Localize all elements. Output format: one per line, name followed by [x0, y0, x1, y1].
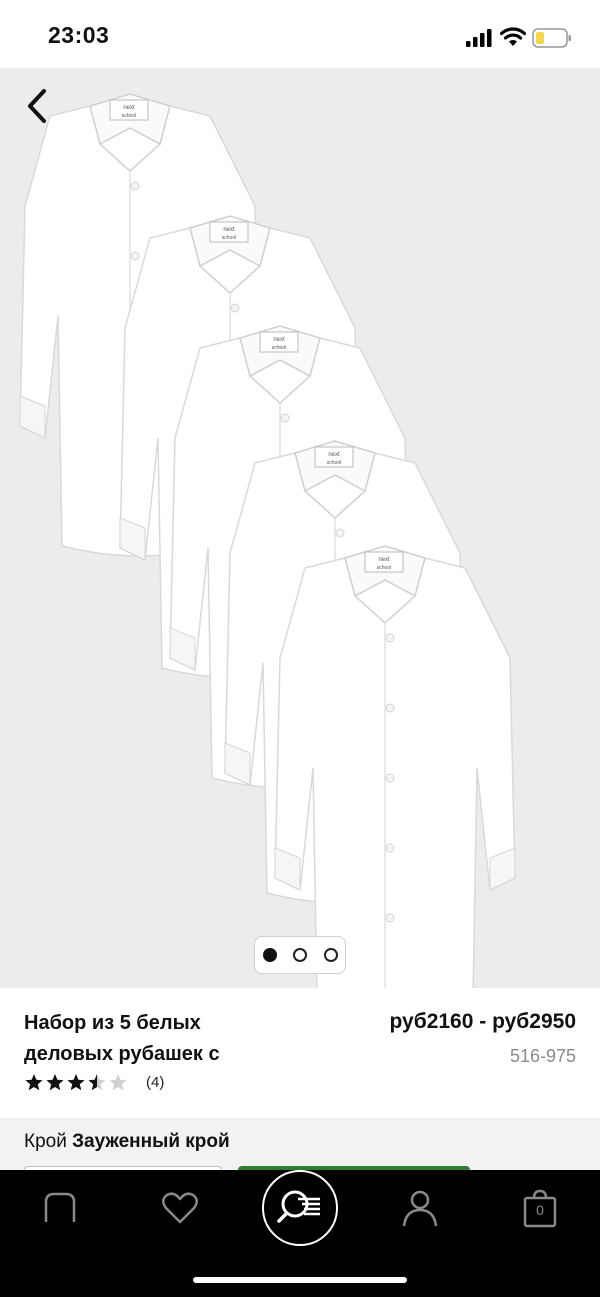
pagination-dot-1[interactable] — [263, 948, 277, 962]
product-image: next school — [19, 93, 516, 988]
fit-label-key: Крой — [24, 1131, 67, 1152]
pagination-dot-3[interactable] — [324, 948, 338, 962]
status-bar: 23:03 — [0, 0, 600, 68]
home-indicator — [193, 1277, 407, 1283]
fit-label: Крой Зауженный крой — [24, 1131, 230, 1153]
review-count[interactable]: (4) — [146, 1074, 164, 1091]
product-title-line-2: деловых рубашек с — [24, 1043, 220, 1065]
rating-stars[interactable] — [24, 1072, 134, 1094]
bag-button[interactable]: 0 — [518, 1186, 562, 1230]
chevron-left-icon — [28, 89, 46, 123]
product-title-line-1: Набор из 5 белых — [24, 1012, 201, 1034]
home-icon[interactable] — [38, 1186, 82, 1230]
shirt-5 — [274, 545, 516, 988]
star-filled-icon — [25, 1074, 43, 1091]
image-pagination[interactable] — [254, 936, 346, 974]
fit-label-value: Зауженный крой — [72, 1131, 230, 1152]
bag-count: 0 — [536, 1202, 544, 1218]
status-time: 23:03 — [48, 22, 110, 48]
star-empty-icon — [109, 1074, 127, 1091]
battery-icon — [532, 28, 571, 48]
product-image-gallery[interactable]: next school — [0, 68, 600, 988]
search-list-icon — [277, 1190, 320, 1223]
heart-icon[interactable] — [158, 1186, 202, 1230]
star-rating-icon — [25, 1074, 127, 1091]
product-price: руб2160 - руб2950 — [389, 1010, 577, 1033]
profile-icon[interactable] — [398, 1186, 442, 1230]
pagination-dot-2[interactable] — [293, 948, 307, 962]
search-button[interactable] — [262, 1170, 338, 1246]
star-filled-icon — [67, 1074, 85, 1091]
wifi-icon — [500, 27, 526, 46]
star-filled-icon — [46, 1074, 64, 1091]
product-code: 516-975 — [509, 1046, 576, 1066]
cellular-signal-icon — [466, 29, 492, 47]
product-title: Набор из 5 белых деловых рубашек с — [24, 1008, 324, 1070]
back-button[interactable] — [20, 86, 54, 126]
